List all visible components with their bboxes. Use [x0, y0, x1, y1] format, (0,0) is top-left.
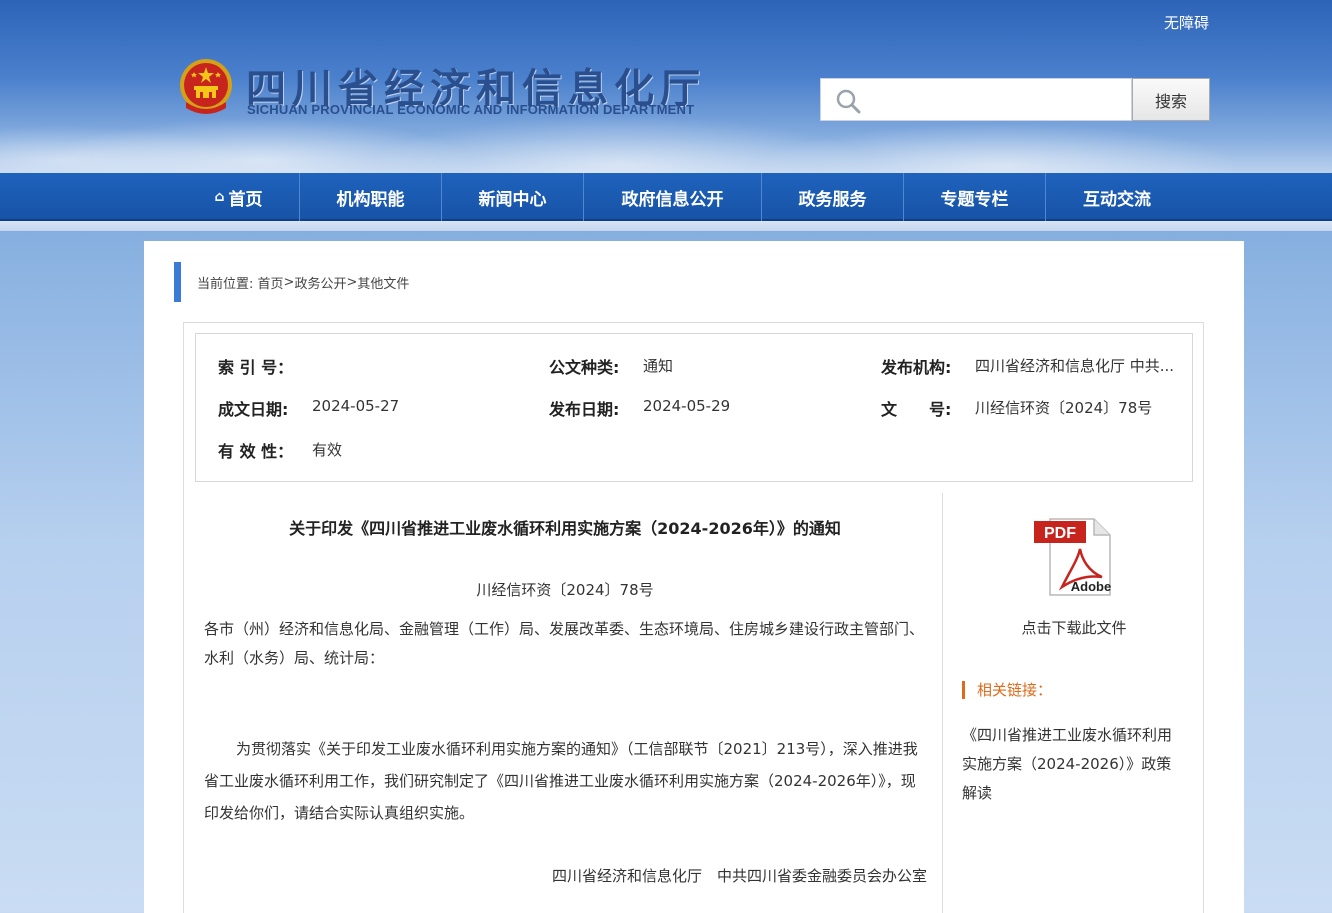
article-recipients: 各市（州）经济和信息化局、金融管理（工作）局、发展改革委、生态环境局、住房城乡建…: [204, 620, 925, 667]
index-label: 索 引 号：: [218, 358, 294, 377]
site-subtitle: SICHUAN PROVINCIAL ECONOMIC AND INFORMAT…: [247, 102, 695, 117]
issue-date-value: 2024-05-27: [312, 397, 400, 415]
publish-date-value: 2024-05-29: [643, 397, 731, 415]
search-input[interactable]: [869, 79, 1129, 120]
breadcrumb: 当前位置: 首页 > 政务公开 > 其他文件: [174, 262, 409, 302]
site-header: 无障碍 四川省经济和信息化厅 SICHUAN PROVINCIAL ECONOM…: [0, 0, 1332, 173]
pdf-icon[interactable]: PDF Adobe: [1032, 515, 1114, 599]
article-sidebar: PDF Adobe 点击下载此文件 相关链接： 《四川省推进工业废水循环利用实施…: [954, 493, 1194, 913]
related-links-heading: 相关链接：: [962, 681, 1052, 699]
home-icon: ⌂: [214, 189, 225, 205]
article-title: 关于印发《四川省推进工业废水循环利用实施方案（2024-2026年）》的通知: [289, 519, 841, 538]
publish-date-label: 发布日期:: [549, 400, 620, 419]
nav-item-interaction[interactable]: 互动交流: [1046, 173, 1188, 221]
nav-item-topics[interactable]: 专题专栏: [904, 173, 1046, 221]
main-panel: 当前位置: 首页 > 政务公开 > 其他文件 索 引 号： 公文种类: 通知 发…: [144, 241, 1244, 913]
adobe-label: Adobe: [1071, 579, 1111, 594]
search-box: [820, 78, 1132, 121]
doc-number-value: 川经信环资〔2024〕78号: [975, 399, 1153, 417]
pdf-icon-label: PDF: [1044, 525, 1076, 542]
search-button[interactable]: 搜索: [1132, 78, 1210, 121]
publisher-value: 四川省经济和信息化厅 中共...: [975, 357, 1175, 375]
breadcrumb-separator: >: [283, 274, 295, 290]
breadcrumb-other-files[interactable]: 其他文件: [357, 273, 409, 292]
document-meta: 索 引 号： 公文种类: 通知 发布机构: 四川省经济和信息化厅 中共... 成…: [195, 333, 1193, 482]
issue-date-label: 成文日期:: [218, 400, 289, 419]
validity-label: 有 效 性：: [218, 442, 294, 461]
download-file-link[interactable]: 点击下载此文件: [954, 617, 1194, 638]
search-icon: [836, 89, 861, 114]
nav-divider-strip: [0, 221, 1332, 231]
nav-item-organization[interactable]: 机构职能: [300, 173, 442, 221]
nav-item-home[interactable]: ⌂ 首页: [178, 173, 300, 221]
doc-type-value: 通知: [643, 357, 674, 375]
breadcrumb-prefix: 当前位置:: [197, 276, 254, 292]
doc-number-label: 文 号:: [881, 400, 952, 419]
national-emblem-icon: [180, 59, 232, 114]
publisher-label: 发布机构:: [881, 358, 952, 377]
main-nav: ⌂ 首页 机构职能 新闻中心 政府信息公开 政务服务 专题专栏 互动交流: [0, 173, 1332, 221]
nav-item-gov-info[interactable]: 政府信息公开: [584, 173, 762, 221]
validity-value: 有效: [312, 441, 343, 459]
doc-type-label: 公文种类:: [549, 358, 620, 377]
breadcrumb-home[interactable]: 首页: [258, 273, 284, 292]
related-link-policy-interpretation[interactable]: 《四川省推进工业废水循环利用实施方案（2024-2026）》政策解读: [962, 721, 1184, 808]
nav-item-services[interactable]: 政务服务: [762, 173, 904, 221]
article-signature: 四川省经济和信息化厅 中共四川省委金融委员会办公室: [551, 867, 927, 885]
breadcrumb-gov-affairs[interactable]: 政务公开: [294, 273, 346, 292]
article-doc-number: 川经信环资〔2024〕78号: [476, 581, 654, 599]
content-frame: 索 引 号： 公文种类: 通知 发布机构: 四川省经济和信息化厅 中共... 成…: [183, 322, 1204, 913]
article-body: 关于印发《四川省推进工业废水循环利用实施方案（2024-2026年）》的通知 川…: [195, 493, 943, 913]
breadcrumb-separator: >: [346, 274, 358, 290]
article-paragraph: 为贯彻落实《关于印发工业废水循环利用实施方案的通知》（工信部联节〔2021〕21…: [204, 740, 918, 822]
accessibility-link[interactable]: 无障碍: [1164, 12, 1209, 33]
nav-item-news[interactable]: 新闻中心: [442, 173, 584, 221]
